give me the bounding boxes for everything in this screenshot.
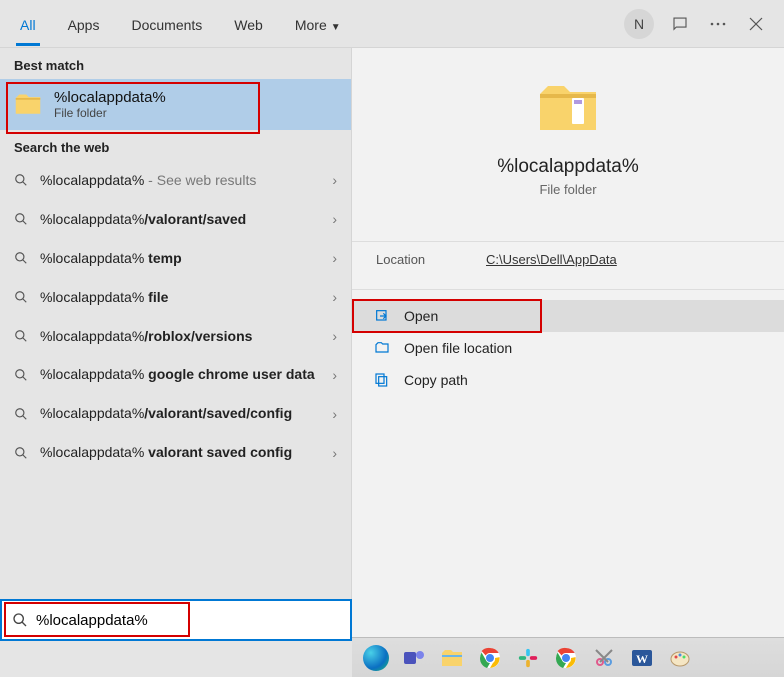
result-text: %localappdata%/roblox/versions (40, 327, 320, 346)
action-label: Open file location (404, 340, 512, 356)
taskbar-edge[interactable] (362, 644, 390, 672)
taskbar-word[interactable]: W (628, 644, 656, 672)
tab-web[interactable]: Web (218, 3, 279, 45)
taskbar-chrome-2[interactable] (552, 644, 580, 672)
search-icon (12, 612, 28, 628)
search-icon (14, 407, 28, 421)
web-result[interactable]: %localappdata% file › (0, 278, 351, 317)
best-match-subtitle: File folder (54, 106, 166, 120)
folder-icon (536, 78, 600, 142)
chevron-right-icon: › (332, 289, 337, 305)
results-panel: Best match %localappdata% File folder Se… (0, 48, 352, 640)
detail-title: %localappdata% (376, 156, 760, 178)
action-open-file-location[interactable]: Open file location (352, 332, 784, 364)
chevron-down-icon: ▼ (331, 22, 341, 33)
search-bar[interactable] (0, 599, 352, 641)
web-result[interactable]: %localappdata% valorant saved config › (0, 433, 351, 472)
svg-text:W: W (636, 652, 648, 666)
open-icon (374, 308, 390, 324)
detail-panel: %localappdata% File folder Location C:\U… (352, 48, 784, 640)
result-text: %localappdata%/valorant/saved/config (40, 404, 320, 423)
web-result[interactable]: %localappdata%/roblox/versions › (0, 317, 351, 356)
taskbar-slack[interactable] (514, 644, 542, 672)
result-text: %localappdata% temp (40, 249, 320, 268)
chevron-right-icon: › (332, 250, 337, 266)
tab-label: More (295, 17, 327, 33)
search-icon (14, 173, 28, 187)
action-label: Copy path (404, 372, 468, 388)
search-web-header: Search the web (0, 130, 351, 161)
action-copy-path[interactable]: Copy path (352, 364, 784, 396)
search-icon (14, 212, 28, 226)
more-icon[interactable] (706, 12, 730, 36)
result-text: %localappdata% google chrome user data (40, 365, 320, 384)
avatar-initial: N (634, 16, 644, 32)
search-icon (14, 251, 28, 265)
folder-icon (14, 91, 42, 119)
tab-label: All (20, 17, 36, 33)
chevron-right-icon: › (332, 172, 337, 188)
tab-more[interactable]: More ▼ (279, 3, 357, 45)
detail-subtitle: File folder (376, 182, 760, 197)
result-text: %localappdata% - See web results (40, 171, 320, 190)
chevron-right-icon: › (332, 328, 337, 344)
best-match-item[interactable]: %localappdata% File folder (0, 79, 351, 130)
tab-label: Apps (68, 17, 100, 33)
divider (352, 289, 784, 290)
search-input[interactable] (36, 612, 340, 629)
result-text: %localappdata%/valorant/saved (40, 210, 320, 229)
taskbar-teams[interactable] (400, 644, 428, 672)
taskbar-chrome[interactable] (476, 644, 504, 672)
search-icon (14, 368, 28, 382)
chevron-right-icon: › (332, 406, 337, 422)
best-match-title: %localappdata% (54, 89, 166, 106)
search-icon (14, 329, 28, 343)
action-label: Open (404, 308, 438, 324)
location-value[interactable]: C:\Users\Dell\AppData (486, 252, 617, 267)
web-result[interactable]: %localappdata% google chrome user data › (0, 355, 351, 394)
close-icon[interactable] (744, 12, 768, 36)
chevron-right-icon: › (332, 367, 337, 383)
web-result[interactable]: %localappdata%/valorant/saved/config › (0, 394, 351, 433)
tabs-bar: All Apps Documents Web More ▼ (4, 3, 624, 45)
best-match-header: Best match (0, 48, 351, 79)
search-icon (14, 446, 28, 460)
location-icon (374, 340, 390, 356)
tab-documents[interactable]: Documents (115, 3, 218, 45)
web-result[interactable]: %localappdata% - See web results › (0, 161, 351, 200)
tab-all[interactable]: All (4, 3, 52, 45)
taskbar-paint[interactable] (666, 644, 694, 672)
taskbar-snip[interactable] (590, 644, 618, 672)
tab-apps[interactable]: Apps (52, 3, 116, 45)
divider (352, 241, 784, 242)
action-open[interactable]: Open (352, 300, 784, 332)
web-result[interactable]: %localappdata% temp › (0, 239, 351, 278)
chevron-right-icon: › (332, 445, 337, 461)
tab-label: Web (234, 17, 263, 33)
taskbar-explorer[interactable] (438, 644, 466, 672)
search-icon (14, 290, 28, 304)
feedback-icon[interactable] (668, 12, 692, 36)
result-text: %localappdata% file (40, 288, 320, 307)
location-label: Location (376, 252, 486, 267)
result-text: %localappdata% valorant saved config (40, 443, 320, 462)
avatar[interactable]: N (624, 9, 654, 39)
tab-label: Documents (131, 17, 202, 33)
taskbar: W (352, 637, 784, 677)
web-result[interactable]: %localappdata%/valorant/saved › (0, 200, 351, 239)
copy-icon (374, 372, 390, 388)
chevron-right-icon: › (332, 211, 337, 227)
